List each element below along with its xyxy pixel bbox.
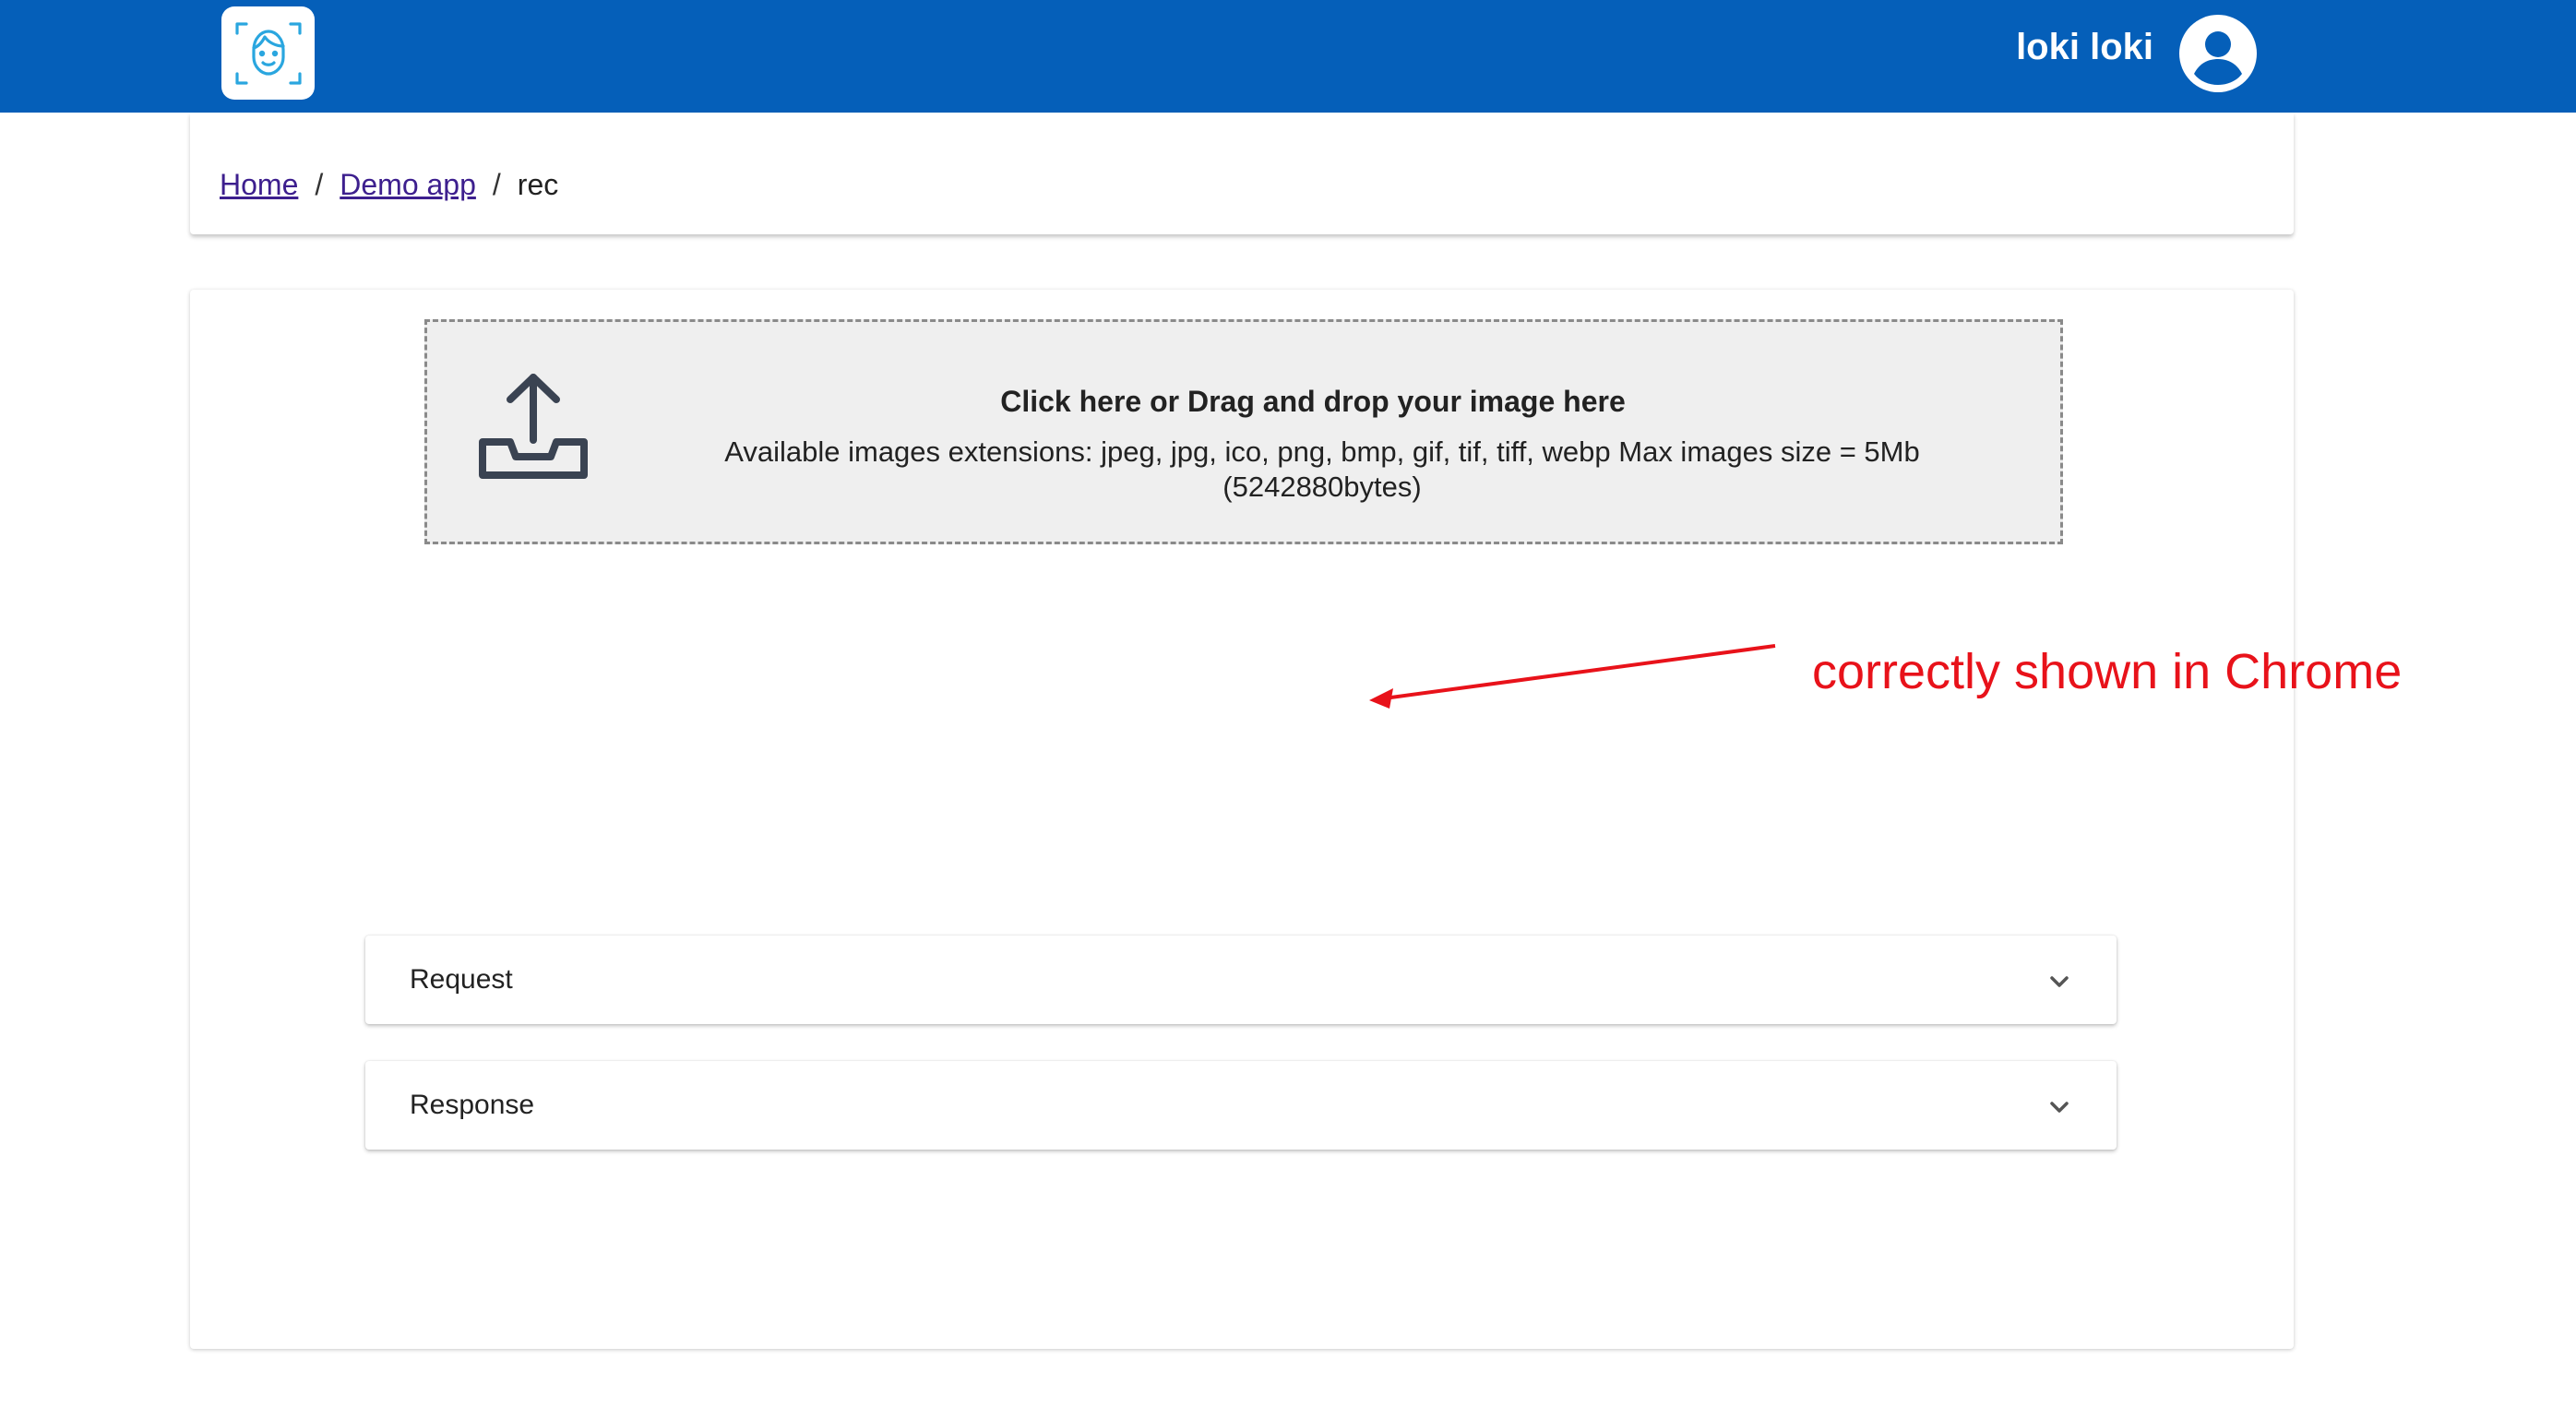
accordion-label-response: Response [410,1090,535,1120]
accordion-label-request: Request [410,964,513,995]
top-app-bar: loki loki [0,0,2576,113]
breadcrumb-separator: / [315,168,324,201]
breadcrumb-current: rec [517,168,559,201]
response-accordion[interactable]: Response [365,1061,2117,1150]
app-logo[interactable] [221,6,315,100]
request-accordion[interactable]: Request [365,936,2117,1024]
dropzone-title: Click here or Drag and drop your image h… [1000,385,1626,418]
breadcrumb-home-link[interactable]: Home [220,166,298,203]
chevron-down-icon [2050,1102,2069,1113]
breadcrumb-separator: / [492,168,501,201]
main-card: Click here or Drag and drop your image h… [190,290,2294,1349]
image-dropzone[interactable]: Click here or Drag and drop your image h… [424,319,2063,544]
breadcrumb: Home / Demo app / rec [220,166,558,203]
account-circle-icon[interactable] [2179,15,2257,92]
breadcrumb-demo-app-link[interactable]: Demo app [340,166,476,203]
chevron-down-icon [2050,976,2069,987]
dropzone-description: Available images extensions: jpeg, jpg, … [724,435,1920,503]
annotation-text: correctly shown in Chrome [1812,644,2403,699]
breadcrumb-card: Home / Demo app / rec [190,113,2294,234]
face-scan-icon [234,21,302,85]
user-name[interactable]: loki loki [2016,24,2153,70]
